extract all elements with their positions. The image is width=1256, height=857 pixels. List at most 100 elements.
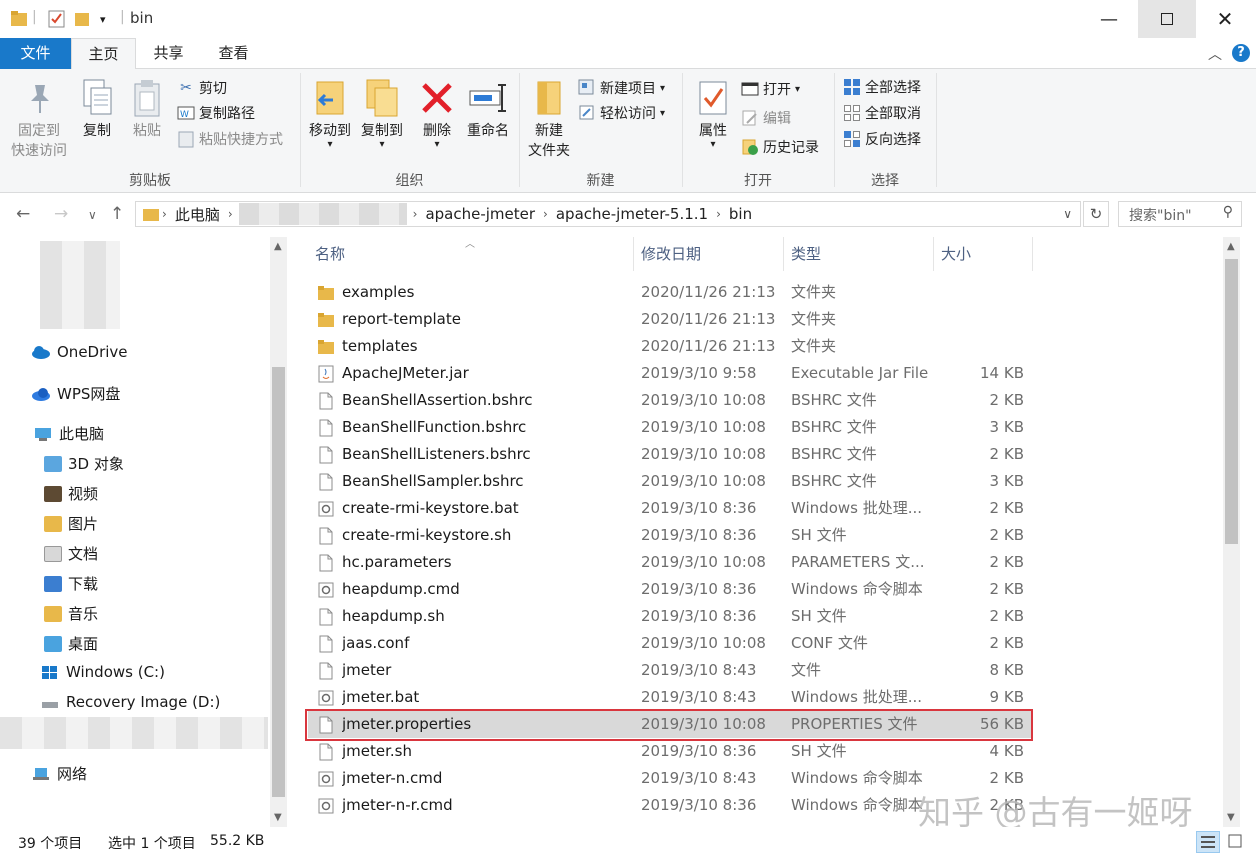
address-bar[interactable]: › 此电脑 › › apache-jmeter › apache-jmeter-… [135,201,1081,227]
file-row[interactable]: BeanShellFunction.bshrc 2019/3/10 10:08 BS… [308,414,1033,441]
address-dropdown-icon[interactable]: ∨ [1063,207,1072,221]
file-row[interactable]: jmeter.properties 2019/3/10 10:08 PROPERTI… [308,711,1033,738]
tab-view[interactable]: 查看 [201,38,266,69]
new-item-button[interactable]: 新建项目 ▾ [578,77,665,99]
item-count: 39 个项目 [18,836,83,852]
nav-item-3d-objects[interactable]: 3D 对象 [44,453,124,474]
new-folder-button[interactable]: 新建 文件夹 [523,75,575,161]
nav-item-recovery-d[interactable]: Recovery Image (D:) [40,693,220,711]
nav-item-documents[interactable]: 文档 [44,543,98,564]
forward-arrow-icon[interactable]: → [54,204,68,224]
invert-selection-button[interactable]: 反向选择 [843,128,921,150]
history-button[interactable]: 历史记录 [741,136,819,158]
rename-button[interactable]: 重命名 [462,75,514,141]
maximize-button[interactable] [1138,0,1196,38]
back-arrow-icon[interactable]: ← [16,204,30,224]
nav-item-windows-c[interactable]: Windows (C:) [40,663,165,681]
copy-button[interactable]: 复制 [74,75,120,141]
delete-button[interactable]: 删除 ▾ [416,75,458,150]
copy-to-button[interactable]: 复制到 ▾ [356,75,408,150]
file-row[interactable]: hc.parameters 2019/3/10 10:08 PARAMETERS 文… [308,549,1033,576]
breadcrumb-apache-jmeter-511[interactable]: apache-jmeter-5.1.1 [550,205,714,223]
file-row[interactable]: templates 2020/11/26 21:13 文件夹 [308,333,1033,360]
nav-item-videos[interactable]: 视频 [44,483,98,504]
file-row[interactable]: report-template 2020/11/26 21:13 文件夹 [308,306,1033,333]
file-row[interactable]: BeanShellSampler.bshrc 2019/3/10 10:08 BSH… [308,468,1033,495]
minimize-button[interactable]: — [1080,0,1138,38]
column-header-name[interactable]: 名称 [308,237,634,271]
nav-item-this-pc[interactable]: 此电脑 [33,423,104,444]
file-row[interactable]: heapdump.cmd 2019/3/10 8:36 Windows 命令脚本 2 … [308,576,1033,603]
column-header-type[interactable]: 类型 [784,237,934,271]
file-list-scrollbar[interactable]: ▲ ▼ [1223,237,1240,827]
file-date: 2019/3/10 8:43 [641,688,757,706]
file-row[interactable]: ApacheJMeter.jar 2019/3/10 9:58 Executable… [308,360,1033,387]
select-none-button[interactable]: 全部取消 [843,102,921,124]
breadcrumb-this-pc[interactable]: 此电脑 [169,204,226,225]
breadcrumb-bin[interactable]: bin [723,205,758,223]
easy-access-button[interactable]: 轻松访问 ▾ [578,102,665,124]
file-row[interactable]: BeanShellAssertion.bshrc 2019/3/10 10:08 B… [308,387,1033,414]
file-row[interactable]: jmeter 2019/3/10 8:43 文件 8 KB [308,657,1033,684]
pin-quick-access-button[interactable]: 固定到 快速访问 [6,75,72,161]
large-icons-view-button[interactable] [1224,831,1248,853]
nav-item-pictures[interactable]: 图片 [44,513,98,534]
file-row[interactable]: BeanShellListeners.bshrc 2019/3/10 10:08 B… [308,441,1033,468]
paste-shortcut-button[interactable]: 粘贴快捷方式 [177,128,283,150]
nav-item-downloads[interactable]: 下载 [44,573,98,594]
cut-button[interactable]: ✂ 剪切 [177,77,227,99]
paste-shortcut-icon [177,130,195,148]
new-folder-icon[interactable] [74,9,92,29]
details-view-button[interactable] [1196,831,1220,853]
script-icon [318,798,334,814]
ribbon: 固定到 快速访问 复制 粘贴 ✂ 剪切 W 复制路径 粘贴快捷方式 剪贴板 移动到 ▾ … [0,69,1256,193]
tab-home[interactable]: 主页 [71,38,136,70]
file-name: jmeter-n-r.cmd [342,796,453,814]
music-icon [44,605,62,622]
file-type: 文件 [791,661,822,679]
file-date: 2020/11/26 21:13 [641,283,776,301]
file-row[interactable]: create-rmi-keystore.sh 2019/3/10 8:36 SH 文… [308,522,1033,549]
file-row[interactable]: examples 2020/11/26 21:13 文件夹 [308,279,1033,306]
nav-item-desktop[interactable]: 桌面 [44,633,98,654]
collapse-ribbon-icon[interactable]: ︿ [1208,44,1222,64]
close-button[interactable]: ✕ [1196,0,1254,38]
refresh-button[interactable]: ↻ [1083,201,1109,227]
file-row[interactable]: jaas.conf 2019/3/10 10:08 CONF 文件 2 KB [308,630,1033,657]
nav-item-onedrive[interactable]: OneDrive [31,343,128,361]
copy-path-button[interactable]: W 复制路径 [177,102,255,124]
nav-pane-scrollbar[interactable]: ▲ ▼ [270,237,287,827]
file-type: BSHRC 文件 [791,418,877,436]
file-icon [319,743,333,761]
nav-item-wps-cloud[interactable]: WPS网盘 [31,383,120,404]
breadcrumb-apache-jmeter[interactable]: apache-jmeter [419,205,541,223]
column-header-size[interactable]: 大小 [934,237,1033,271]
tab-share[interactable]: 共享 [136,38,201,69]
recent-locations-chevron-icon[interactable]: ∨ [88,208,97,222]
properties-button[interactable]: 属性 ▾ [690,75,736,150]
tab-file[interactable]: 文件 [0,38,71,69]
file-row[interactable]: heapdump.sh 2019/3/10 8:36 SH 文件 2 KB [308,603,1033,630]
up-arrow-icon[interactable]: ↑ [110,204,124,224]
nav-item-network[interactable]: 网络 [31,763,87,784]
file-row[interactable]: jmeter.sh 2019/3/10 8:36 SH 文件 4 KB [308,738,1033,765]
move-to-button[interactable]: 移动到 ▾ [304,75,356,150]
nav-item-music[interactable]: 音乐 [44,603,98,624]
help-icon[interactable]: ? [1232,44,1250,62]
edit-button[interactable]: 编辑 [741,107,791,129]
customize-toolbar-icon[interactable]: ▾ [100,13,106,26]
properties-icon[interactable] [48,9,66,29]
file-row[interactable]: jmeter.bat 2019/3/10 8:43 Windows 批处理... 9 … [308,684,1033,711]
file-date: 2019/3/10 10:08 [641,445,766,463]
file-name: jmeter-n.cmd [342,769,443,787]
file-row[interactable]: create-rmi-keystore.bat 2019/3/10 8:36 Win… [308,495,1033,522]
select-all-button[interactable]: 全部选择 [843,76,921,98]
file-icon [319,716,333,734]
file-date: 2019/3/10 8:43 [641,769,757,787]
copy-to-icon [366,79,398,117]
file-name: BeanShellSampler.bshrc [342,472,524,490]
column-header-date[interactable]: 修改日期 [634,237,784,271]
search-input[interactable]: 搜索"bin" ⚲ [1118,201,1242,227]
paste-button[interactable]: 粘贴 [124,75,170,141]
open-button[interactable]: 打开 ▾ [741,78,800,100]
